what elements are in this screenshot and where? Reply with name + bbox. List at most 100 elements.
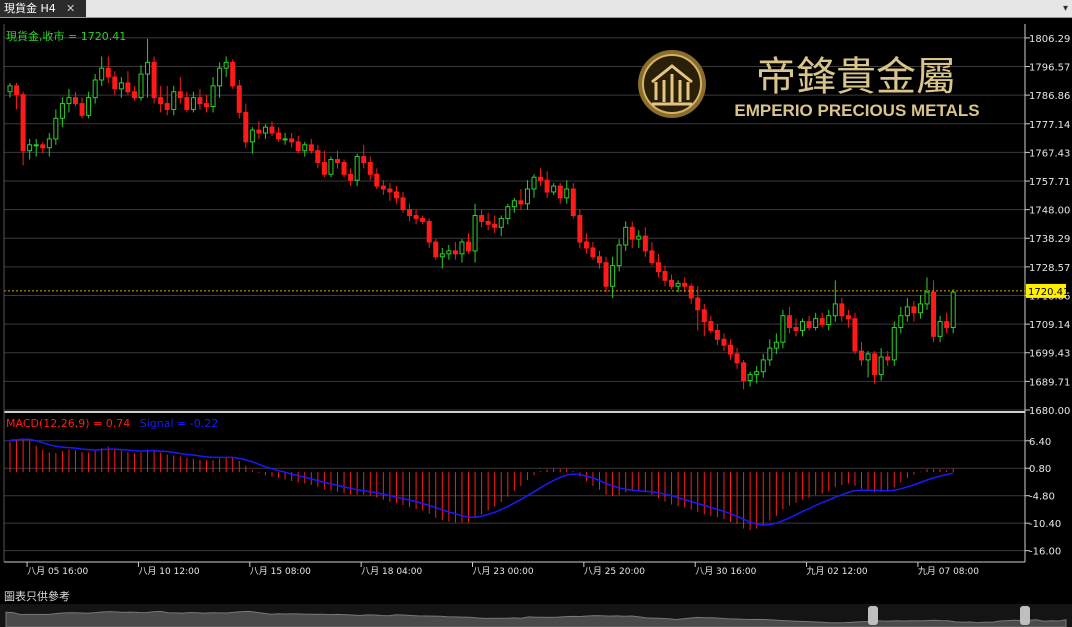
candle-body — [262, 126, 268, 134]
candle-body — [518, 200, 524, 205]
macd-tick-label: -16.00 — [1029, 547, 1061, 558]
candle-body — [230, 61, 236, 87]
candle-body — [616, 244, 622, 267]
candle-body — [885, 356, 891, 361]
candle-body — [623, 226, 629, 246]
candle-body — [485, 220, 491, 225]
candle-body — [531, 176, 537, 190]
candle-body — [852, 318, 858, 352]
candle-body — [551, 185, 557, 193]
candle-body — [66, 97, 72, 105]
chart-scrollbar[interactable] — [0, 604, 1072, 627]
candle-body — [917, 303, 923, 314]
x-tick-label: 八月 18 04:00 — [361, 566, 422, 577]
candle-body — [688, 285, 694, 299]
price-tick-label: 1680.00 — [1029, 406, 1070, 417]
candle-body — [806, 321, 812, 328]
candle-body — [243, 111, 249, 143]
candle-body — [145, 61, 151, 75]
candle-body — [92, 79, 98, 99]
candle-body — [498, 217, 504, 228]
candle-body — [459, 241, 465, 255]
candle-body — [354, 156, 360, 181]
x-tick-label: 八月 15 08:00 — [250, 566, 311, 577]
candle-body — [904, 306, 910, 317]
candle-body — [53, 117, 59, 140]
candle-body — [472, 215, 478, 252]
scroll-thumb-left[interactable] — [868, 606, 878, 625]
candle-body — [872, 353, 878, 376]
candle-body — [407, 209, 413, 217]
scroll-preview — [5, 606, 1067, 627]
candle-body — [577, 215, 583, 243]
price-tick-label: 1757.71 — [1029, 177, 1070, 188]
candle-body — [524, 188, 530, 205]
x-tick-label: 九月 07 08:00 — [918, 566, 979, 577]
candle-body — [210, 85, 216, 108]
candle-body — [439, 253, 445, 258]
candle-body — [859, 350, 864, 361]
candle-body — [505, 206, 511, 219]
candle-body — [341, 161, 347, 175]
candle-body — [924, 291, 930, 305]
candle-body — [105, 67, 111, 78]
candle-body — [190, 97, 196, 110]
candle-body — [256, 129, 262, 134]
candle-body — [249, 129, 255, 143]
candle-body — [40, 144, 46, 149]
candle-body — [197, 97, 203, 105]
candle-body — [374, 173, 380, 187]
brand-logo: 帝鋒貴金屬 EMPERIO PRECIOUS METALS — [638, 50, 980, 120]
chart-disclaimer: 圖表只供參考 — [4, 590, 70, 603]
candle-body — [636, 235, 642, 240]
candle-body — [171, 91, 177, 110]
candle-body — [112, 76, 118, 90]
candle-body — [315, 150, 321, 163]
candle-body — [570, 188, 576, 217]
candle-body — [20, 94, 26, 152]
candle-body — [845, 315, 851, 320]
candle-body — [826, 315, 832, 326]
candle-body — [295, 141, 301, 152]
macd-tick-label: -4.80 — [1029, 492, 1055, 503]
price-tick-label: 1699.43 — [1029, 349, 1070, 360]
candle-body — [865, 353, 871, 361]
candle-body — [282, 138, 288, 141]
candle-body — [492, 223, 498, 228]
candle-body — [217, 67, 223, 87]
candle-body — [426, 220, 432, 243]
candle-body — [714, 329, 720, 340]
macd-grid: 6.40 0.80 -4.80 -10.40 -16.00 — [4, 437, 1061, 558]
candle-body — [380, 185, 386, 190]
candle-body — [361, 156, 367, 163]
candle-body — [629, 226, 635, 240]
candle-body — [367, 161, 373, 175]
candle-body — [590, 247, 596, 258]
candle-body — [642, 235, 648, 252]
candle-body — [131, 91, 137, 99]
chart-canvas[interactable]: 1806.29 1796.57 1786.86 1777.14 1767.43 1757.… — [0, 0, 1072, 627]
price-series-label: 現貨金,收市 = 1720.41 — [6, 29, 126, 43]
candle-body — [204, 103, 209, 108]
macd-legend: MACD(12,26,9) = 0.74 Signal = -0.22 — [6, 417, 218, 430]
candle-body — [420, 217, 426, 222]
candle-body — [118, 82, 124, 90]
price-tick-label: 1709.14 — [1029, 320, 1070, 331]
candle-body — [27, 144, 33, 152]
crest-emblem-icon — [638, 50, 706, 118]
scroll-thumb-right[interactable] — [1020, 606, 1030, 625]
candle-body — [33, 144, 39, 147]
candle-body — [164, 103, 170, 110]
candle-body — [125, 82, 131, 93]
candle-body — [649, 250, 655, 264]
candle-body — [387, 188, 393, 193]
x-tick-label: 八月 23 00:00 — [473, 566, 534, 577]
candle-body — [708, 321, 714, 331]
candle-body — [46, 138, 52, 149]
macd-series — [9, 438, 954, 531]
candle-body — [734, 353, 740, 364]
signal-label: Signal = -0.22 — [140, 417, 218, 430]
x-tick-label: 八月 25 20:00 — [584, 566, 645, 577]
price-tick-label: 1786.86 — [1029, 91, 1070, 102]
candle-body — [819, 318, 825, 326]
